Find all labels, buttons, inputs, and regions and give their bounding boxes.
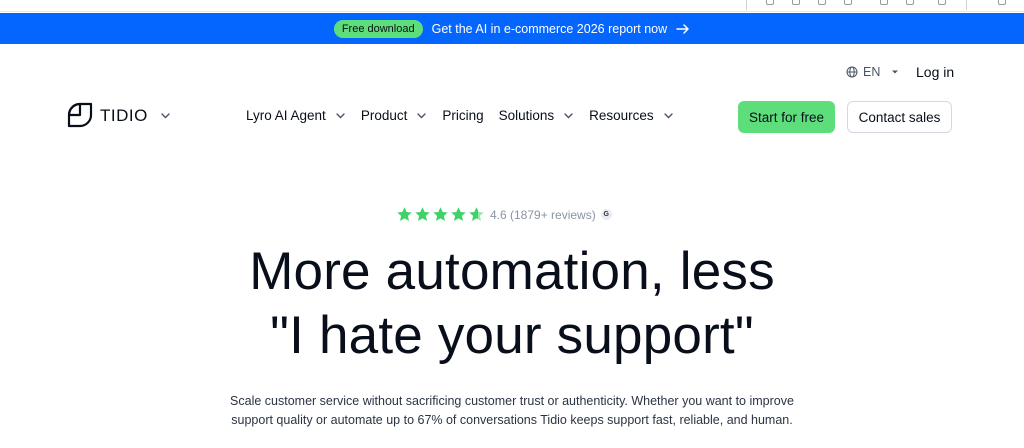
toolbar-icon[interactable]	[938, 0, 946, 5]
nav-item-label: Lyro AI Agent	[246, 108, 326, 123]
announcement-message[interactable]: Get the AI in e-commerce 2026 report now	[432, 22, 668, 36]
star-icon	[397, 207, 412, 221]
hero-subtext-line2: support quality or automate up to 67% of…	[231, 413, 793, 427]
brand-name: TIDIO	[100, 105, 148, 125]
rating-text: 4.6 (1879+ reviews)	[490, 207, 596, 222]
nav-item-product[interactable]: Product	[361, 108, 428, 123]
toolbar-icon[interactable]	[906, 0, 914, 5]
toolbar-separator	[746, 0, 747, 10]
chevron-down-icon[interactable]	[160, 110, 171, 121]
globe-icon	[846, 66, 858, 78]
star-icon	[415, 207, 430, 221]
announcement-bar[interactable]: Free download Get the AI in e-commerce 2…	[0, 13, 1024, 44]
hero-headline-line2: "I hate your support"	[270, 306, 754, 365]
nav-item-label: Product	[360, 108, 408, 123]
language-label: EN	[863, 65, 881, 79]
hero-headline: More automation, less "I hate your suppo…	[0, 240, 1024, 368]
toolbar-separator	[966, 0, 967, 10]
tidio-logo-icon	[67, 102, 93, 128]
nav-item-label: Resources	[589, 108, 654, 123]
nav-item-pricing[interactable]: Pricing	[442, 108, 483, 123]
language-selector[interactable]: EN	[846, 65, 900, 79]
toolbar-icon[interactable]	[998, 0, 1006, 5]
contact-sales-button[interactable]: Contact sales	[847, 101, 952, 133]
login-link[interactable]: Log in	[916, 64, 954, 80]
hero-headline-line1: More automation, less	[249, 242, 775, 301]
browser-chrome	[0, 0, 1024, 12]
caret-down-icon	[892, 70, 899, 74]
hero-subtext: Scale customer service without sacrifici…	[0, 392, 1024, 430]
star-icon	[451, 207, 466, 221]
g2-badge-icon: G	[600, 209, 612, 220]
toolbar-icon[interactable]	[844, 0, 852, 5]
arrow-right-icon[interactable]	[676, 22, 690, 36]
chevron-down-icon	[336, 113, 345, 119]
free-download-badge[interactable]: Free download	[333, 19, 423, 38]
hero-subtext-line1: Scale customer service without sacrifici…	[230, 394, 794, 408]
nav-item-solutions[interactable]: Solutions	[499, 108, 575, 123]
rating-summary: 4.6 (1879+ reviews) G	[396, 206, 612, 223]
nav-item-resources[interactable]: Resources	[589, 108, 674, 123]
toolbar-icon[interactable]	[880, 0, 888, 5]
tidio-logo[interactable]: TIDIO	[67, 102, 171, 129]
chevron-down-icon	[417, 113, 427, 119]
chevron-down-icon	[663, 113, 673, 119]
main-nav: Lyro AI Agent Product Pricing Solutions …	[246, 108, 689, 123]
star-rating	[396, 206, 485, 223]
nav-item-label: Solutions	[498, 108, 555, 123]
start-for-free-button[interactable]: Start for free	[738, 101, 835, 133]
chevron-down-icon	[564, 113, 573, 119]
toolbar-icon[interactable]	[792, 0, 800, 5]
star-icon	[433, 207, 448, 221]
toolbar-icon[interactable]	[766, 0, 774, 5]
star-half-icon	[469, 207, 484, 221]
nav-item-label: Pricing	[442, 108, 484, 123]
toolbar-icon[interactable]	[818, 0, 826, 5]
nav-item-lyro-ai-agent[interactable]: Lyro AI Agent	[246, 108, 346, 123]
